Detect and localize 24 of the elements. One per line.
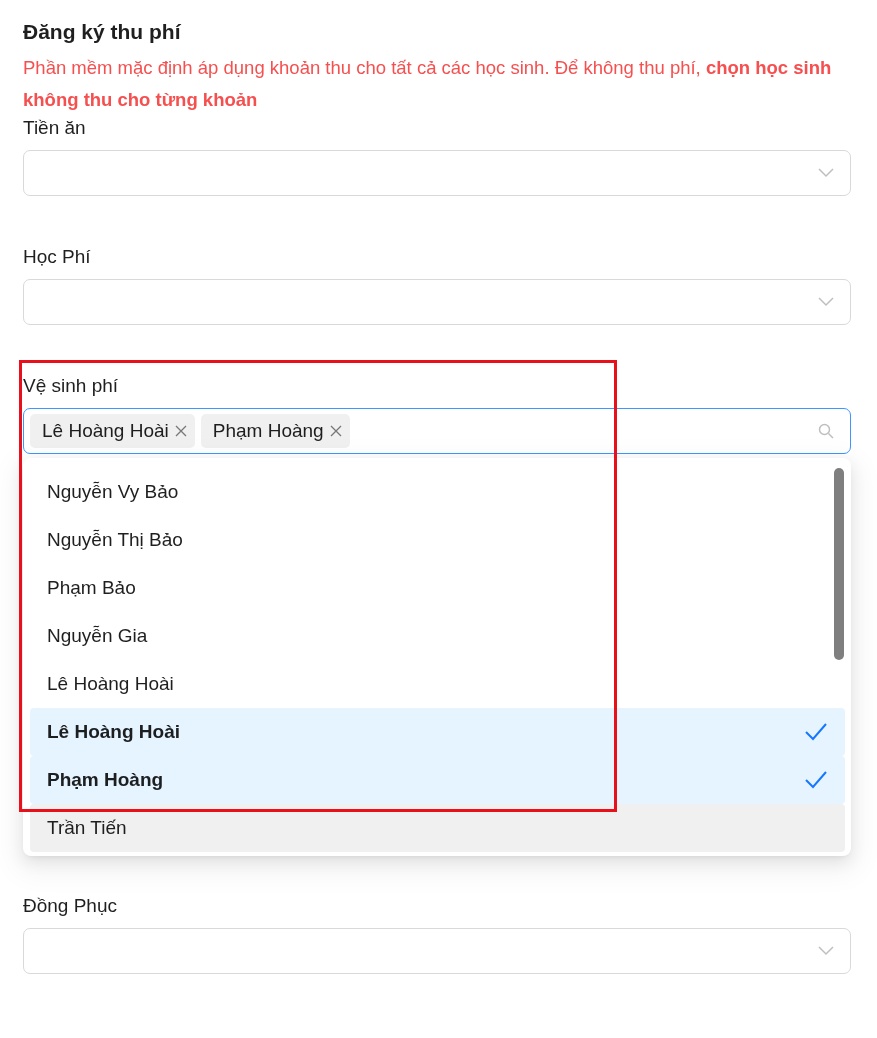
check-icon xyxy=(805,723,827,741)
multi-select-field[interactable]: Lê Hoàng Hoài Phạm Hoàng xyxy=(23,408,851,454)
close-icon[interactable] xyxy=(329,425,342,437)
notice-text: Phần mềm mặc định áp dụng khoản thu cho tất cả các học sinh. Để không thu phí, chọn học sinh không thu cho từng khoản xyxy=(23,56,833,112)
field-label: Đồng Phục xyxy=(23,894,117,918)
select-field[interactable] xyxy=(23,150,851,196)
select-field[interactable] xyxy=(23,279,851,325)
chevron-down-icon xyxy=(818,168,834,178)
scrollbar-thumb[interactable] xyxy=(834,468,844,660)
form-title: Đăng ký thu phí xyxy=(23,20,182,44)
field-label: Tiền ăn xyxy=(23,116,86,140)
select-field[interactable] xyxy=(23,928,851,974)
tag-label: Phạm Hoàng xyxy=(212,420,324,442)
dropdown-option[interactable]: Phạm Hoàng xyxy=(30,756,845,804)
field-label: Học Phí xyxy=(23,245,91,269)
close-icon[interactable] xyxy=(174,425,187,437)
field-label: Vệ sinh phí xyxy=(23,374,119,398)
check-icon xyxy=(805,771,827,789)
dropdown-option[interactable]: Lê Hoàng Hoài xyxy=(30,708,845,756)
chevron-down-icon xyxy=(818,946,834,956)
tag-label: Lê Hoàng Hoài xyxy=(42,420,169,442)
chevron-down-icon xyxy=(818,297,834,307)
dropdown-option[interactable]: Trần Tiến xyxy=(30,804,845,852)
search-icon xyxy=(818,423,834,439)
